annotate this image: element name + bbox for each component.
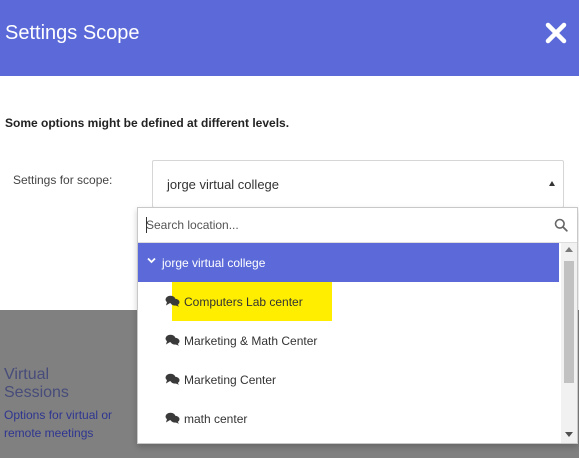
comments-icon — [165, 334, 180, 346]
comments-icon — [165, 373, 180, 385]
text-cursor — [146, 217, 147, 233]
scope-label: Settings for scope: — [13, 173, 113, 187]
section-title: Virtual Sessions — [4, 366, 69, 401]
close-icon — [545, 22, 567, 44]
dropdown-scrollbar[interactable] — [561, 243, 577, 443]
comments-icon — [165, 295, 180, 307]
search-row — [138, 208, 577, 243]
section-description: Options for virtual or remote meetings — [4, 408, 113, 440]
scope-dropdown: jorge virtual college Computers Lab cent… — [137, 207, 578, 444]
scope-select-value: jorge virtual college — [167, 177, 280, 192]
location-item[interactable]: Marketing & Math Center — [138, 321, 559, 360]
location-item[interactable]: Marketing Center — [138, 360, 559, 399]
comments-icon — [165, 412, 180, 424]
location-item-parent[interactable]: jorge virtual college — [138, 243, 559, 282]
scroll-up-arrow-icon[interactable] — [565, 247, 573, 252]
chevron-down-icon — [147, 257, 156, 264]
info-text: Some options might be defined at differe… — [5, 116, 290, 130]
location-label: Marketing Center — [184, 373, 277, 387]
location-list: jorge virtual college Computers Lab cent… — [138, 243, 559, 443]
location-label: Computers Lab center — [184, 295, 303, 309]
location-label: Marketing & Math Center — [184, 334, 318, 348]
close-button[interactable] — [541, 18, 571, 48]
scope-select[interactable]: jorge virtual college — [152, 160, 564, 208]
search-icon — [554, 218, 568, 232]
scroll-thumb[interactable] — [564, 261, 574, 383]
location-label: jorge virtual college — [162, 256, 266, 270]
location-label: math center — [184, 412, 248, 426]
scroll-down-arrow-icon[interactable] — [565, 432, 573, 437]
modal-title: Settings Scope — [5, 22, 140, 44]
location-item[interactable]: Computers Lab center — [138, 282, 559, 321]
modal-header: Settings Scope — [0, 0, 579, 76]
search-input[interactable] — [146, 215, 546, 235]
caret-up-icon — [549, 181, 555, 186]
location-item[interactable]: math center — [138, 399, 559, 438]
